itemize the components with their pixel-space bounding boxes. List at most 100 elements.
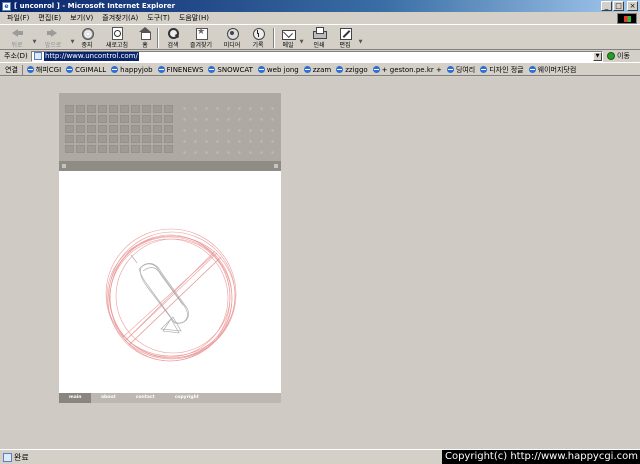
back-button[interactable]: 뒤로 (4, 26, 30, 49)
link-item[interactable]: FINENEWS (156, 66, 207, 74)
print-button[interactable]: 인쇄 (304, 26, 334, 49)
link-label: + geston.pe.kr + (381, 65, 442, 74)
refresh-button[interactable]: 새로고침 (98, 26, 136, 49)
maximize-button[interactable]: □ (613, 1, 624, 11)
link-label: happyjob (120, 65, 153, 74)
toolbar-more-dropdown[interactable]: ▼ (356, 26, 364, 49)
copyright-overlay: Copyright(c) http://www.happycgi.com (441, 450, 640, 464)
header-tile (65, 115, 74, 123)
edit-icon (338, 27, 352, 40)
forward-dropdown[interactable]: ▼ (68, 26, 76, 49)
address-dropdown-icon[interactable]: ▼ (593, 51, 602, 61)
go-button[interactable]: 이동 (607, 51, 630, 61)
nav-copyright[interactable]: copyright (165, 393, 209, 403)
header-tile (131, 125, 140, 133)
header-tile (131, 135, 140, 143)
mail-label: 메일 (282, 42, 294, 49)
header-tile (153, 115, 162, 123)
print-icon (312, 27, 327, 39)
menu-edit[interactable]: 편집(E) (33, 13, 65, 23)
menu-favorites[interactable]: 즐겨찾기(A) (97, 13, 142, 23)
status-text: 완료 (14, 452, 29, 462)
link-item[interactable]: 해피CGI (25, 65, 64, 75)
link-label: 해피CGI (35, 65, 62, 74)
links-bar: 연결 해피CGI CGIMALL happyjob FINENEWS SNOWC… (0, 64, 640, 76)
link-label: FINENEWS (166, 65, 204, 74)
link-item[interactable]: SNOWCAT (206, 66, 256, 74)
nav-contact[interactable]: contact (126, 393, 165, 403)
mail-icon (281, 27, 296, 40)
history-button[interactable]: 기록 (246, 26, 270, 49)
link-item[interactable]: + geston.pe.kr + (371, 66, 445, 74)
address-url[interactable]: http://www.uncontrol.com/ (44, 51, 139, 61)
link-item[interactable]: zzam (302, 66, 334, 74)
header-tile (76, 135, 85, 143)
header-tile (98, 115, 107, 123)
menu-help[interactable]: 도움말(H) (174, 13, 213, 23)
nav-main[interactable]: main (59, 393, 91, 403)
link-label: 웨이머지닷컴 (537, 65, 577, 74)
dropdown-arrow-icon: ▼ (299, 38, 304, 45)
title-bar[interactable]: e [ unconrol ] - Microsoft Internet Expl… (0, 0, 640, 12)
dropdown-arrow-icon: ▼ (70, 38, 75, 45)
address-input[interactable]: http://www.uncontrol.com/ ▼ (31, 50, 603, 62)
toolbar-separator (273, 28, 275, 48)
home-icon (138, 27, 152, 40)
link-item[interactable]: happyjob (109, 66, 155, 74)
link-item[interactable]: zziggo (334, 66, 370, 74)
back-arrow-icon (10, 27, 24, 39)
stop-icon (80, 27, 94, 40)
menu-view[interactable]: 보기(V) (65, 13, 97, 23)
site-canvas (59, 171, 281, 393)
ie-link-icon (157, 66, 165, 73)
link-item[interactable]: CGIMALL (64, 66, 109, 74)
mail-button[interactable]: 메일 (278, 26, 298, 49)
header-tile (131, 115, 140, 123)
favorites-label: 즐겨찾기 (189, 42, 213, 49)
link-item[interactable]: 딩여리 (445, 65, 478, 75)
stop-button[interactable]: 중지 (76, 26, 98, 49)
header-tile (109, 115, 118, 123)
favorites-button[interactable]: 즐겨찾기 (184, 26, 218, 49)
link-label: zzam (312, 65, 332, 74)
header-tile (142, 105, 151, 113)
search-button[interactable]: 검색 (162, 26, 184, 49)
edit-button[interactable]: 편집 (334, 26, 356, 49)
links-label: 연결 (0, 64, 23, 75)
header-tile (109, 135, 118, 143)
link-item[interactable]: web jong (256, 66, 302, 74)
ie-link-icon (208, 66, 216, 73)
header-tile (153, 125, 162, 133)
header-tile (120, 145, 129, 153)
history-icon (251, 27, 265, 40)
menu-file[interactable]: 파일(F) (0, 13, 33, 23)
forward-label: 앞으로 (44, 42, 62, 49)
back-dropdown[interactable]: ▼ (30, 26, 38, 49)
link-item[interactable]: 디자인 정글 (478, 65, 526, 75)
link-label: zziggo (345, 65, 368, 74)
home-button[interactable]: 홈 (136, 26, 154, 49)
ie-link-icon (303, 66, 311, 73)
address-label: 주소(D) (4, 52, 28, 60)
header-tile (65, 105, 74, 113)
link-item[interactable]: 웨이머지닷컴 (527, 65, 580, 75)
forward-button[interactable]: 앞으로 (38, 26, 68, 49)
stop-label: 중지 (81, 42, 93, 49)
link-label: 딩여리 (455, 65, 476, 74)
header-tile (87, 105, 96, 113)
minimize-button[interactable]: _ (601, 1, 612, 11)
close-button[interactable]: × (627, 1, 638, 11)
menu-tools[interactable]: 도구(T) (142, 13, 174, 23)
header-tile (87, 135, 96, 143)
header-tile (153, 145, 162, 153)
browser-viewport[interactable]: main about contact copyright (0, 77, 640, 449)
site-header (59, 93, 281, 161)
header-tile (65, 125, 74, 133)
refresh-label: 새로고침 (105, 42, 129, 49)
header-tile (120, 125, 129, 133)
refresh-icon (110, 27, 124, 40)
media-button[interactable]: 미디어 (218, 26, 246, 49)
windows-logo-icon (617, 13, 637, 24)
ie-link-icon (528, 66, 536, 73)
nav-about[interactable]: about (91, 393, 126, 403)
